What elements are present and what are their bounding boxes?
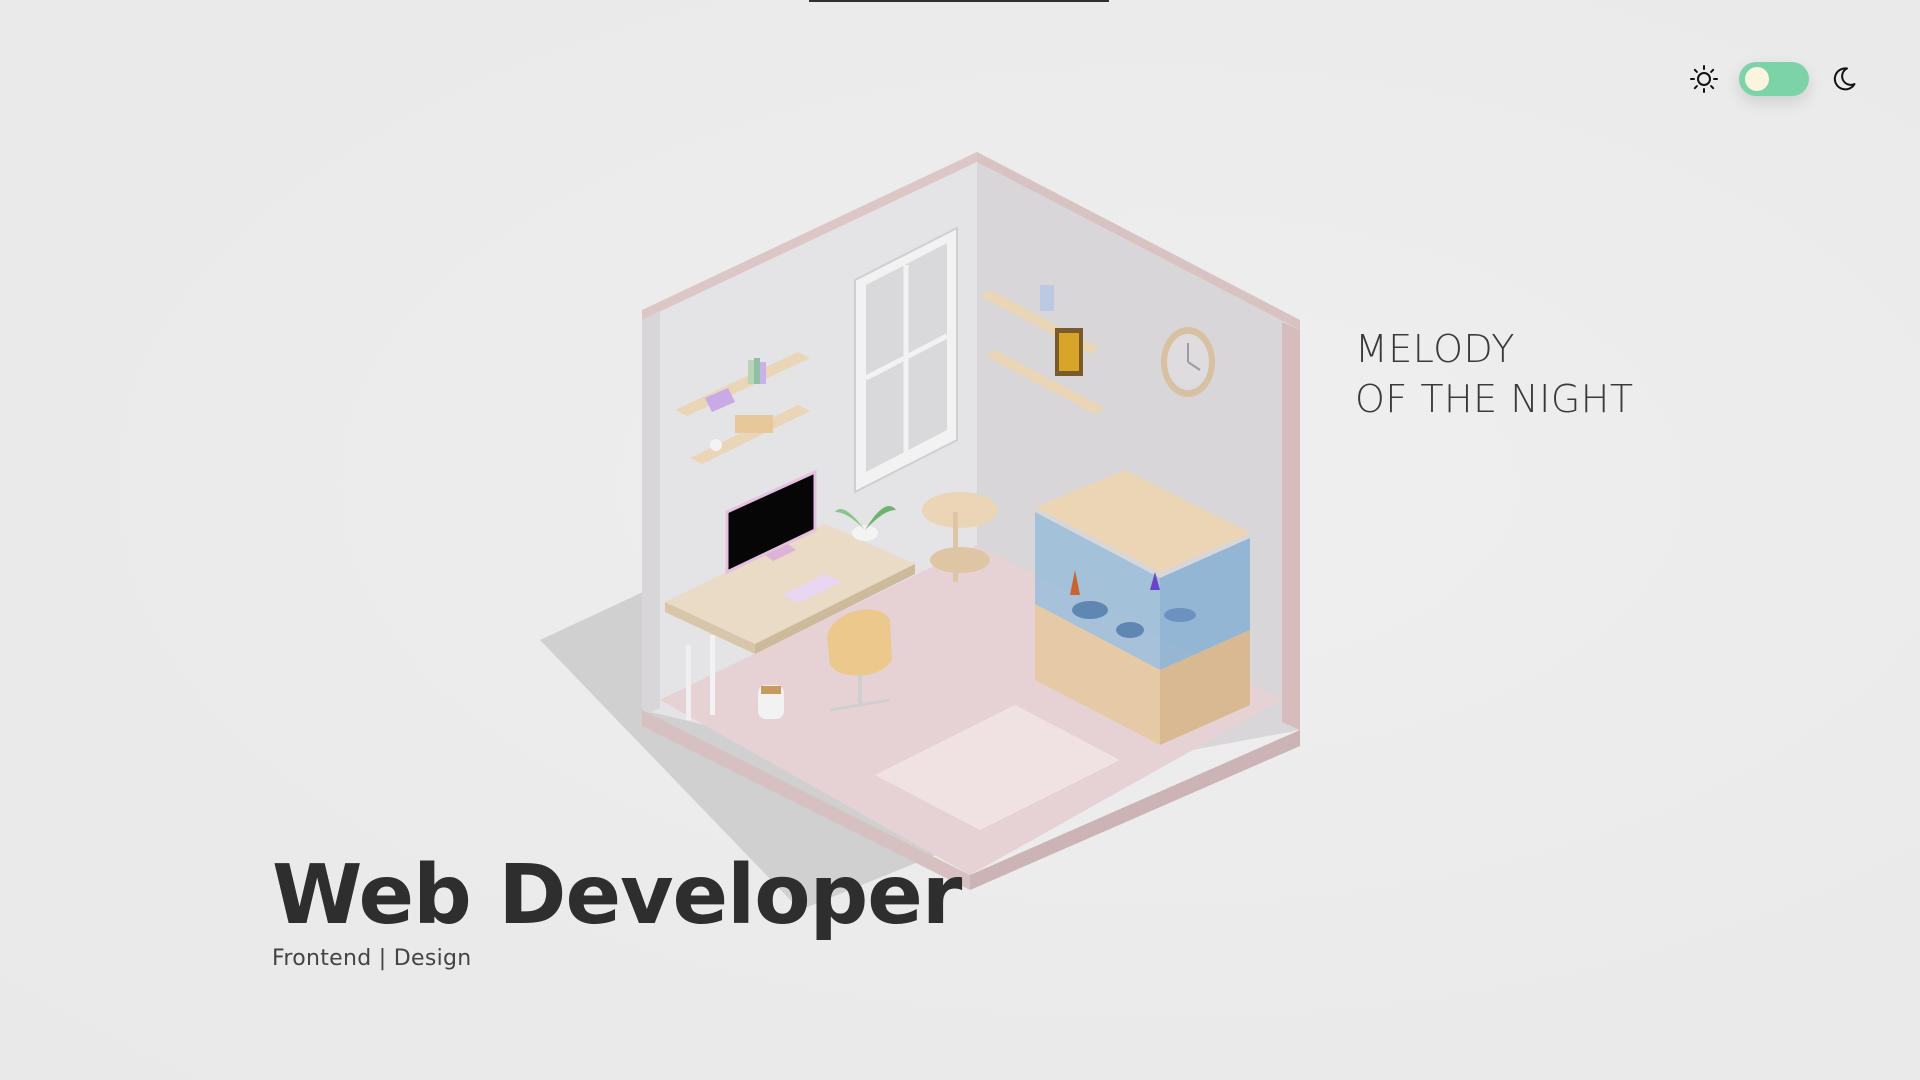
theme-toggle [1688, 59, 1860, 99]
hero-block: Web Developer Frontend | Design [272, 848, 962, 971]
right-wall-edge [1282, 322, 1300, 730]
hero-subtitle: Frontend | Design [272, 946, 472, 971]
isometric-room-illustration [540, 152, 1300, 910]
left-wall-edge [642, 312, 660, 716]
moon-icon[interactable] [1828, 63, 1860, 95]
top-divider [809, 0, 1109, 2]
sun-icon[interactable] [1688, 63, 1720, 95]
side-table [922, 492, 998, 528]
hero-title: Web Developer [272, 848, 962, 943]
theme-switch-knob [1745, 67, 1769, 91]
page: MELODY OF THE NIGHT Web Developer Fronte… [0, 0, 1920, 1080]
theme-switch[interactable] [1739, 62, 1809, 96]
side-heading: MELODY OF THE NIGHT [1355, 324, 1634, 424]
side-heading-line-2: OF THE NIGHT [1355, 377, 1634, 421]
side-heading-line-1: MELODY [1355, 327, 1515, 371]
